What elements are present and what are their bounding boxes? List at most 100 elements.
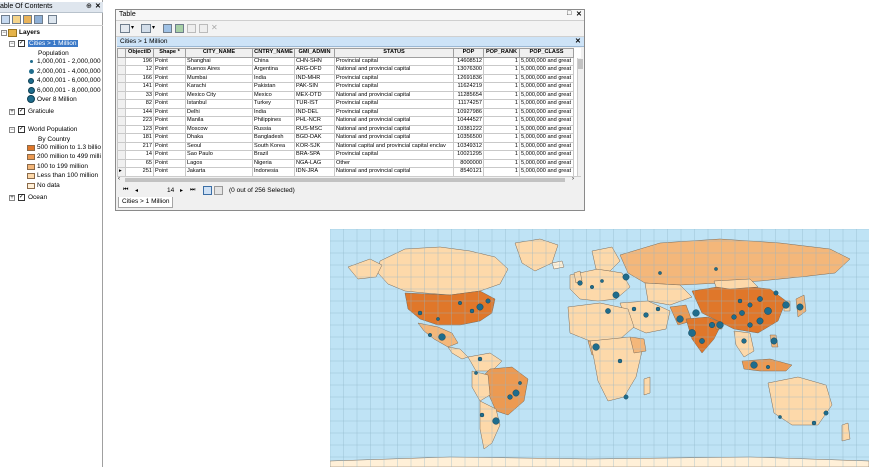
city-point[interactable]	[770, 337, 778, 345]
table-cell[interactable]: 5,000,000 and great	[519, 65, 574, 75]
table-cell[interactable]: 1	[483, 56, 520, 66]
table-cell[interactable]: 12	[125, 65, 154, 75]
switch-selection-icon[interactable]	[175, 24, 184, 33]
table-cell[interactable]: 10444527	[453, 116, 484, 126]
table-cell[interactable]: Point	[153, 82, 186, 92]
city-point[interactable]	[590, 285, 595, 290]
table-cell[interactable]: 166	[125, 73, 154, 83]
table-cell[interactable]: 11285654	[453, 90, 484, 100]
city-point[interactable]	[823, 410, 829, 416]
table-cell[interactable]: Mexico City	[185, 90, 253, 100]
row-selector[interactable]	[117, 107, 126, 117]
table-cell[interactable]: National capital and provincial capital …	[334, 141, 454, 151]
table-cell[interactable]: Point	[153, 158, 186, 168]
next-record-icon[interactable]: ▸	[180, 187, 183, 194]
row-selector[interactable]	[117, 56, 126, 66]
city-point[interactable]	[469, 308, 475, 314]
city-point[interactable]	[474, 371, 478, 375]
city-point[interactable]	[796, 303, 804, 311]
world-population-layer-label[interactable]: World Population	[28, 125, 77, 134]
table-cell[interactable]: 1	[483, 116, 520, 126]
table-row[interactable]: 141 Point Karachi Pakistan PAK-SIN Provincial…	[117, 82, 574, 92]
row-selector[interactable]: ▸	[117, 167, 126, 176]
table-cell[interactable]: Philippines	[252, 116, 295, 126]
column-header-shape[interactable]: Shape *	[153, 48, 186, 58]
table-cell[interactable]: Delhi	[185, 107, 253, 117]
table-cell[interactable]: 1	[483, 99, 520, 109]
city-point[interactable]	[766, 364, 771, 369]
city-point[interactable]	[577, 280, 583, 286]
table-cell[interactable]: 8000000	[453, 158, 484, 168]
column-header-city-name[interactable]: CITY_NAME	[185, 48, 253, 58]
table-cell[interactable]: Mumbai	[185, 73, 253, 83]
table-cell[interactable]: 14	[125, 150, 154, 160]
city-point[interactable]	[427, 332, 432, 337]
table-options-icon[interactable]	[120, 24, 130, 33]
show-selected-records-icon[interactable]	[214, 186, 223, 195]
horizontal-scroll-thumb[interactable]	[125, 178, 565, 182]
table-cell[interactable]: 1	[483, 65, 520, 75]
table-cell[interactable]: 10927986	[453, 107, 484, 117]
city-point[interactable]	[737, 298, 743, 304]
table-cell[interactable]: 1	[483, 158, 520, 168]
table-cell[interactable]: Provincial capital	[334, 73, 454, 83]
row-selector[interactable]	[117, 158, 126, 168]
city-point[interactable]	[709, 321, 716, 328]
city-point[interactable]	[739, 310, 745, 316]
table-row[interactable]: 123 Point Moscow Russia RUS-MSC National and …	[117, 124, 574, 134]
scroll-right-icon[interactable]: ›	[572, 176, 574, 182]
column-header-pop-class[interactable]: POP_CLASS	[519, 48, 574, 58]
city-point[interactable]	[600, 279, 604, 283]
row-selector[interactable]	[117, 116, 126, 126]
related-tables-icon[interactable]	[141, 24, 151, 33]
city-point[interactable]	[747, 302, 753, 308]
city-point[interactable]	[757, 296, 763, 302]
table-cell[interactable]: PHL-NCR	[294, 116, 335, 126]
table-cell[interactable]: 251	[125, 167, 154, 176]
row-selector[interactable]	[117, 73, 126, 83]
table-cell[interactable]: Turkey	[252, 99, 295, 109]
list-by-source-icon[interactable]	[12, 15, 21, 24]
city-point[interactable]	[716, 321, 724, 329]
column-header-cntry-name[interactable]: CNTRY_NAME	[252, 48, 295, 58]
table-cell[interactable]: IDN-JRA	[294, 167, 335, 176]
table-row[interactable]: 181 Point Dhaka Bangladesh BGD-DAK National a…	[117, 133, 574, 143]
city-point[interactable]	[658, 271, 662, 275]
table-cell[interactable]: Point	[153, 56, 186, 66]
city-point[interactable]	[782, 301, 790, 309]
table-cell[interactable]: 1	[483, 107, 520, 117]
column-header-pop-rank[interactable]: POP_RANK	[483, 48, 520, 58]
table-cell[interactable]: Point	[153, 73, 186, 83]
table-cell[interactable]: 13076300	[453, 65, 484, 75]
previous-record-icon[interactable]: ◂	[135, 187, 138, 194]
table-row[interactable]: 196 Point Shanghai China CHN-SHN Provincial c…	[117, 56, 574, 66]
table-cell[interactable]: Argentina	[252, 65, 295, 75]
city-point[interactable]	[436, 317, 440, 321]
table-cell[interactable]: 123	[125, 124, 154, 134]
table-cell[interactable]: Mexico	[252, 90, 295, 100]
city-point[interactable]	[592, 343, 600, 351]
city-point[interactable]	[692, 309, 700, 317]
table-options-dropdown-icon[interactable]: ▾	[131, 24, 134, 31]
table-cell[interactable]: Shanghai	[185, 56, 253, 66]
related-tables-dropdown-icon[interactable]: ▾	[152, 24, 155, 31]
city-point[interactable]	[811, 420, 817, 426]
table-cell[interactable]: 5,000,000 and great	[519, 56, 574, 66]
table-cell[interactable]: Buenos Aires	[185, 65, 253, 75]
table-row[interactable]: 166 Point Mumbai India IND-MHR Provincial cap…	[117, 73, 574, 83]
table-cell[interactable]: 5,000,000 and great	[519, 99, 574, 109]
city-point[interactable]	[714, 267, 718, 271]
table-cell[interactable]: Lagos	[185, 158, 253, 168]
table-row[interactable]: 144 Point Delhi India IND-DEL Provincial capi…	[117, 107, 574, 117]
select-by-attributes-icon[interactable]	[163, 24, 172, 33]
table-cell[interactable]: India	[252, 107, 295, 117]
city-point[interactable]	[622, 273, 630, 281]
table-cell[interactable]: RUS-MSC	[294, 124, 335, 134]
cities-layer-label[interactable]: Cities > 1 Million	[28, 39, 78, 48]
table-cell[interactable]: 5,000,000 and great	[519, 150, 574, 160]
table-cell[interactable]: Point	[153, 116, 186, 126]
table-cell[interactable]: Istanbul	[185, 99, 253, 109]
table-cell[interactable]: Point	[153, 107, 186, 117]
vertical-scroll-thumb[interactable]	[578, 59, 583, 69]
table-cell[interactable]: KOR-SJK	[294, 141, 335, 151]
